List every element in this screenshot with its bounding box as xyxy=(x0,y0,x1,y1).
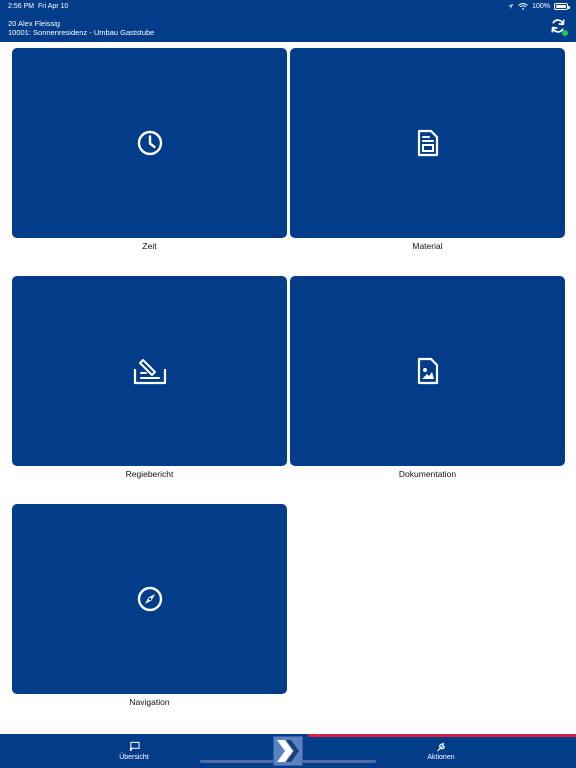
project-name: 10001: Sonnenresidenz - Umbau Gaststube xyxy=(8,28,155,37)
tile-zeit[interactable] xyxy=(12,48,287,238)
status-date: Fri Apr 10 xyxy=(37,3,69,10)
tab-label-uebersicht: Übersicht xyxy=(119,754,149,761)
app-logo-button[interactable] xyxy=(273,736,303,766)
tile-label-dokumentation: Dokumentation xyxy=(398,469,457,479)
battery-percent: 100% xyxy=(532,3,550,10)
tile-label-material: Material xyxy=(412,241,443,251)
tab-accent-bar xyxy=(308,734,576,737)
compass-icon xyxy=(137,586,162,612)
image-file-icon xyxy=(417,357,438,385)
overview-icon xyxy=(129,741,140,751)
tile-regiebericht[interactable] xyxy=(12,276,287,466)
tile-dokumentation[interactable] xyxy=(290,276,565,466)
location-icon xyxy=(507,3,514,10)
battery-icon xyxy=(554,3,570,10)
app-header: 2:56 PM Fri Apr 10 100% 20 Alex Fleissig… xyxy=(0,0,576,42)
tab-label-aktionen: Aktionen xyxy=(427,754,455,761)
tile-label-navigation: Navigation xyxy=(129,697,170,707)
status-time: 2:56 PM Fri Apr 10 xyxy=(8,3,68,10)
tab-uebersicht[interactable]: Übersicht xyxy=(104,741,164,761)
signature-icon xyxy=(133,359,166,385)
clock-icon xyxy=(137,130,162,156)
tab-aktionen[interactable]: Aktionen xyxy=(411,741,471,761)
wifi-icon xyxy=(518,3,528,10)
online-status-dot xyxy=(562,30,568,36)
tile-label-zeit: Zeit xyxy=(142,241,157,251)
tile-label-regiebericht: Regiebericht xyxy=(125,469,174,479)
tile-navigation[interactable] xyxy=(12,504,287,694)
status-bar: 2:56 PM Fri Apr 10 100% xyxy=(0,3,576,13)
user-name: 20 Alex Fleissig xyxy=(8,19,61,28)
sync-button[interactable] xyxy=(550,18,568,36)
status-clock: 2:56 PM xyxy=(8,3,35,10)
document-icon xyxy=(417,129,438,157)
wrench-icon xyxy=(436,742,445,752)
chevron-logo-icon xyxy=(277,740,299,762)
status-indicators: 100% xyxy=(507,3,570,10)
tile-material[interactable] xyxy=(290,48,565,238)
